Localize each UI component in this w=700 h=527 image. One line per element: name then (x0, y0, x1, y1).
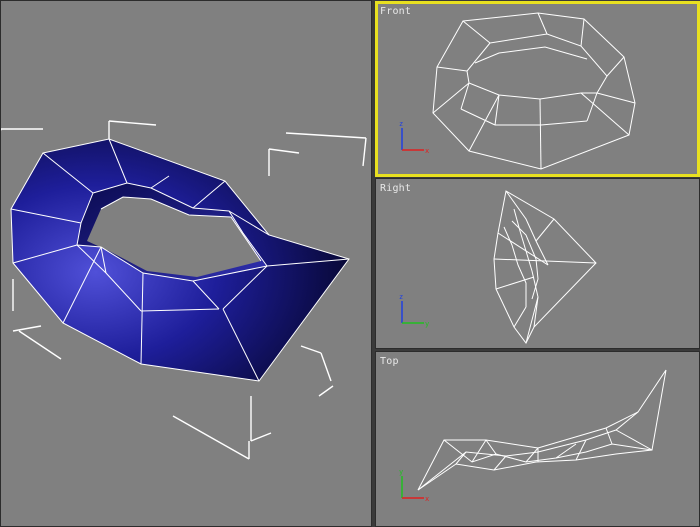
svg-text:x: x (425, 147, 429, 155)
viewport-top[interactable]: Top y x (375, 351, 700, 527)
viewport-right[interactable]: Right z y (375, 178, 700, 349)
top-wireframe: y x (399, 369, 667, 503)
svg-text:z: z (399, 293, 403, 301)
viewport-perspective[interactable] (0, 0, 372, 527)
right-wireframe: z y (399, 190, 597, 344)
svg-text:y: y (399, 468, 403, 476)
front-wireframe: z x (399, 12, 636, 170)
axis-tripod-right: z y (399, 293, 429, 328)
torus-object[interactable] (10, 138, 350, 382)
svg-text:x: x (425, 495, 429, 503)
svg-text:z: z (399, 120, 403, 128)
svg-text:y: y (425, 320, 429, 328)
perspective-scene[interactable] (1, 1, 372, 527)
axis-tripod-front: z x (399, 120, 429, 155)
viewport-front[interactable]: Front z x (375, 1, 700, 177)
